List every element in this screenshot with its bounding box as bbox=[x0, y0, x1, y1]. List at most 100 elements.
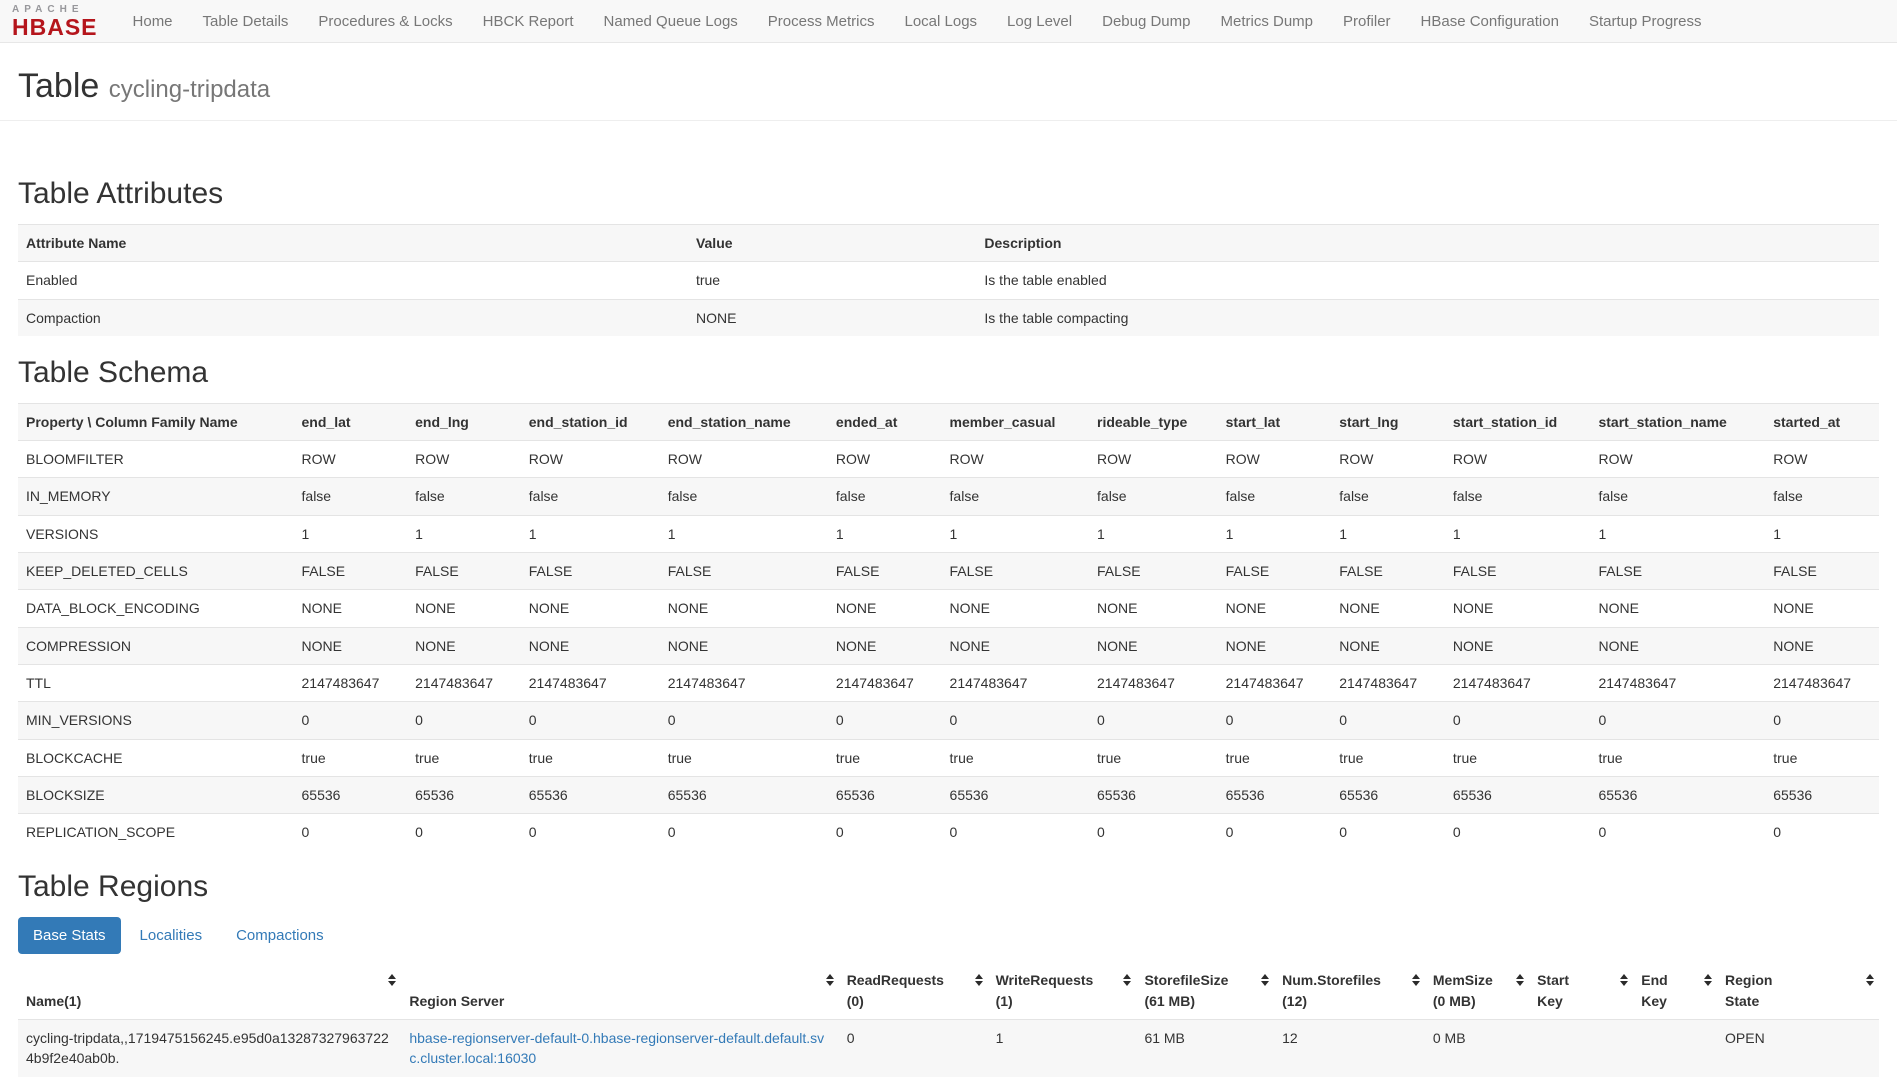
schema-property-cell: VERSIONS bbox=[18, 515, 294, 552]
attributes-table: Attribute Name Value Description Enabled… bbox=[18, 224, 1879, 336]
sort-icon[interactable] bbox=[388, 974, 396, 986]
sort-icon[interactable] bbox=[1866, 974, 1874, 986]
schema-col-property: Property \ Column Family Name bbox=[18, 403, 294, 440]
schema-value-cell: 2147483647 bbox=[942, 664, 1089, 701]
schema-value-cell: 65536 bbox=[1445, 776, 1591, 813]
sort-icon[interactable] bbox=[1620, 974, 1628, 986]
nav-item-local-logs[interactable]: Local Logs bbox=[889, 0, 992, 43]
regions-column-region-server[interactable]: Region Server bbox=[401, 962, 838, 1019]
regions-column-num-storefiles-12[interactable]: Num.Storefiles(12) bbox=[1274, 962, 1425, 1019]
schema-value-cell: false bbox=[1590, 478, 1765, 515]
regions-column-writerequests-1[interactable]: WriteRequests(1) bbox=[988, 962, 1137, 1019]
schema-value-cell: FALSE bbox=[407, 553, 521, 590]
table-row: IN_MEMORYfalsefalsefalsefalsefalsefalsef… bbox=[18, 478, 1879, 515]
schema-col-start-station-id: start_station_id bbox=[1445, 403, 1591, 440]
regions-column-regionstate[interactable]: RegionState bbox=[1717, 962, 1879, 1019]
sort-desc-arrow bbox=[1123, 981, 1131, 986]
regions-column-endkey[interactable]: EndKey bbox=[1633, 962, 1717, 1019]
schema-property-cell: IN_MEMORY bbox=[18, 478, 294, 515]
sort-icon[interactable] bbox=[1704, 974, 1712, 986]
schema-value-cell: 0 bbox=[1331, 814, 1445, 851]
nav-item-debug-dump[interactable]: Debug Dump bbox=[1087, 0, 1205, 43]
nav-item-metrics-dump[interactable]: Metrics Dump bbox=[1206, 0, 1329, 43]
schema-value-cell: 0 bbox=[1331, 702, 1445, 739]
schema-value-cell: 65536 bbox=[942, 776, 1089, 813]
column-label: MemSize bbox=[1433, 970, 1509, 990]
schema-value-cell: 0 bbox=[942, 814, 1089, 851]
nav-item-hbase-configuration[interactable]: HBase Configuration bbox=[1406, 0, 1574, 43]
schema-value-cell: 0 bbox=[294, 702, 408, 739]
column-label: Name(1) bbox=[26, 991, 381, 1011]
column-label: ReadRequests bbox=[847, 970, 968, 990]
table-row: BLOOMFILTERROWROWROWROWROWROWROWROWROWRO… bbox=[18, 441, 1879, 478]
sort-icon[interactable] bbox=[1123, 974, 1131, 986]
tab-compactions[interactable]: Compactions bbox=[221, 917, 339, 954]
schema-col-start-station-name: start_station_name bbox=[1590, 403, 1765, 440]
column-label-sub: Key bbox=[1641, 991, 1697, 1011]
schema-value-cell: NONE bbox=[660, 590, 828, 627]
page-subtitle: cycling-tripdata bbox=[109, 76, 270, 103]
sort-icon[interactable] bbox=[1516, 974, 1524, 986]
sort-icon[interactable] bbox=[1412, 974, 1420, 986]
nav-item-named-queue-logs[interactable]: Named Queue Logs bbox=[589, 0, 753, 43]
schema-value-cell: 1 bbox=[294, 515, 408, 552]
schema-col-start-lng: start_lng bbox=[1331, 403, 1445, 440]
regions-header-row: Name(1)Region ServerReadRequests(0)Write… bbox=[18, 962, 1879, 1019]
schema-value-cell: FALSE bbox=[1445, 553, 1591, 590]
sort-desc-arrow bbox=[1704, 981, 1712, 986]
schema-value-cell: ROW bbox=[828, 441, 942, 478]
nav-item-process-metrics[interactable]: Process Metrics bbox=[753, 0, 890, 43]
tab-localities[interactable]: Localities bbox=[125, 917, 218, 954]
title-divider bbox=[0, 120, 1897, 121]
regions-column-name-1[interactable]: Name(1) bbox=[18, 962, 401, 1019]
regions-column-memsize-0-mb[interactable]: MemSize(0 MB) bbox=[1425, 962, 1529, 1019]
nav-item-startup-progress[interactable]: Startup Progress bbox=[1574, 0, 1717, 43]
schema-property-cell: BLOOMFILTER bbox=[18, 441, 294, 478]
schema-value-cell: NONE bbox=[1765, 627, 1879, 664]
schema-value-cell: 2147483647 bbox=[1765, 664, 1879, 701]
sort-icon[interactable] bbox=[826, 974, 834, 986]
column-label-sub: (1) bbox=[996, 991, 1117, 1011]
schema-value-cell: true bbox=[660, 739, 828, 776]
schema-col-start-lat: start_lat bbox=[1218, 403, 1332, 440]
nav-item-procedures-locks[interactable]: Procedures & Locks bbox=[303, 0, 467, 43]
schema-value-cell: 0 bbox=[294, 814, 408, 851]
schema-value-cell: ROW bbox=[1445, 441, 1591, 478]
sort-icon[interactable] bbox=[1261, 974, 1269, 986]
column-label-sub: Key bbox=[1537, 991, 1613, 1011]
regions-column-readrequests-0[interactable]: ReadRequests(0) bbox=[839, 962, 988, 1019]
regions-column-storefilesize-61-mb[interactable]: StorefileSize(61 MB) bbox=[1136, 962, 1274, 1019]
nav-item-wrap: HBase Configuration bbox=[1406, 0, 1574, 43]
sort-icon[interactable] bbox=[975, 974, 983, 986]
nav-item-home[interactable]: Home bbox=[118, 0, 188, 43]
schema-value-cell: true bbox=[521, 739, 660, 776]
schema-value-cell: false bbox=[1089, 478, 1218, 515]
schema-value-cell: FALSE bbox=[521, 553, 660, 590]
schema-value-cell: false bbox=[1218, 478, 1332, 515]
table-row: MIN_VERSIONS000000000000 bbox=[18, 702, 1879, 739]
region-server-link[interactable]: hbase-regionserver-default-0.hbase-regio… bbox=[409, 1030, 824, 1066]
nav-item-wrap: Startup Progress bbox=[1574, 0, 1717, 43]
nav-item-hbck-report[interactable]: HBCK Report bbox=[468, 0, 589, 43]
sort-desc-arrow bbox=[1620, 981, 1628, 986]
regions-heading: Table Regions bbox=[18, 870, 1879, 904]
tab-base-stats[interactable]: Base Stats bbox=[18, 917, 121, 954]
table-row: KEEP_DELETED_CELLSFALSEFALSEFALSEFALSEFA… bbox=[18, 553, 1879, 590]
region-read-requests-cell: 0 bbox=[839, 1020, 988, 1077]
nav-item-log-level[interactable]: Log Level bbox=[992, 0, 1087, 43]
table-row: cycling-tripdata,,1719475156245.e95d0a13… bbox=[18, 1020, 1879, 1077]
schema-value-cell: NONE bbox=[521, 627, 660, 664]
column-label-sub: (61 MB) bbox=[1144, 991, 1254, 1011]
schema-property-cell: REPLICATION_SCOPE bbox=[18, 814, 294, 851]
hbase-logo[interactable]: APACHE HBASE bbox=[8, 4, 104, 39]
sort-desc-arrow bbox=[388, 981, 396, 986]
nav-item-table-details[interactable]: Table Details bbox=[188, 0, 304, 43]
sort-desc-arrow bbox=[975, 981, 983, 986]
nav-item-profiler[interactable]: Profiler bbox=[1328, 0, 1406, 43]
column-label: WriteRequests bbox=[996, 970, 1117, 990]
schema-col-rideable-type: rideable_type bbox=[1089, 403, 1218, 440]
regions-column-startkey[interactable]: StartKey bbox=[1529, 962, 1633, 1019]
schema-value-cell: false bbox=[1331, 478, 1445, 515]
schema-value-cell: 65536 bbox=[1765, 776, 1879, 813]
schema-value-cell: 0 bbox=[1765, 814, 1879, 851]
